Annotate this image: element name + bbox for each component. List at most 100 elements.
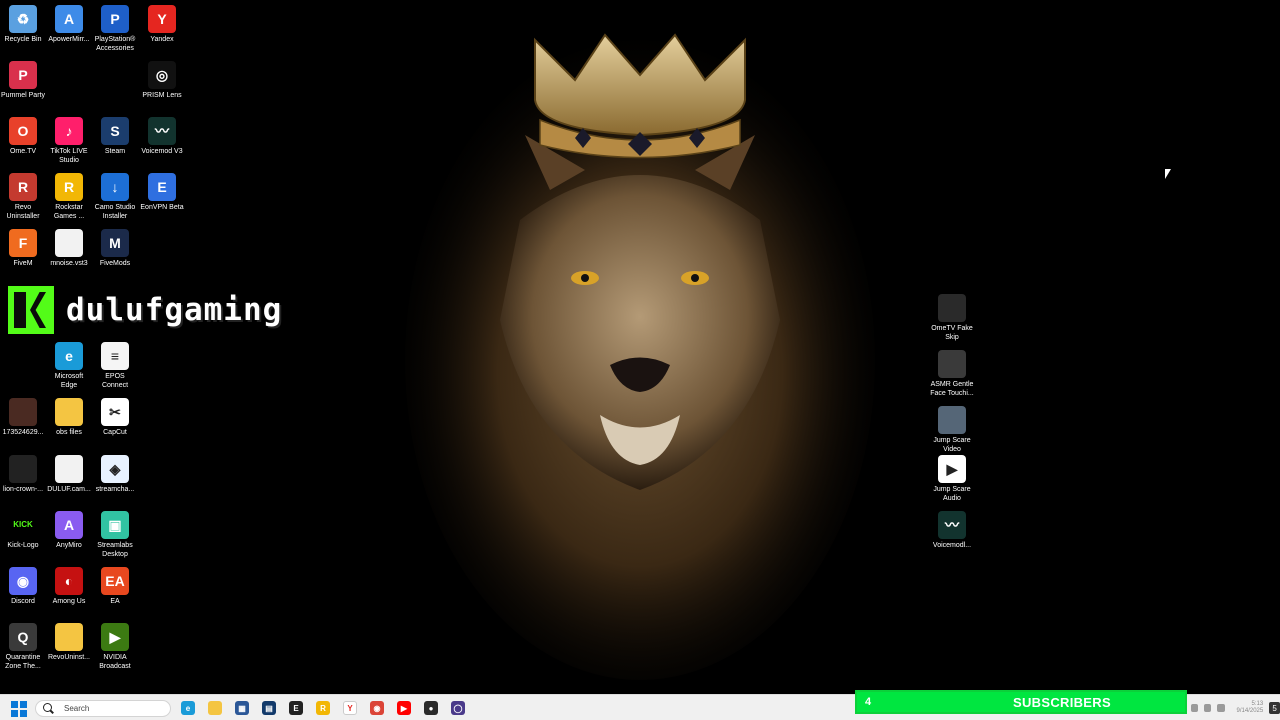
channel-name: dulufgaming	[66, 292, 283, 328]
desktop-icon-label: streamcha...	[95, 486, 135, 493]
taskbar-app[interactable]: ◯	[448, 699, 468, 717]
taskbar-app[interactable]: Y	[340, 699, 360, 717]
desktop-icon-label: EPOS Connect	[101, 373, 129, 389]
image-file-icon	[9, 398, 37, 426]
desktop-icon[interactable]: M FiveMods	[92, 229, 138, 268]
store-icon: ▦	[235, 701, 249, 715]
desktop-icon[interactable]: lion-crown-...	[0, 455, 46, 494]
desktop-icon-label: NVIDIA Broadcast	[99, 654, 131, 670]
notification-badge[interactable]: 5	[1269, 702, 1280, 714]
desktop-icon-label: lion-crown-...	[2, 486, 44, 493]
file-icon	[55, 455, 83, 483]
desktop-icon[interactable]: R Revo Uninstaller	[0, 173, 46, 221]
desktop-icon[interactable]: F FiveM	[0, 229, 46, 268]
start-button[interactable]	[11, 701, 27, 717]
taskbar-app[interactable]: ●	[421, 699, 441, 717]
desktop-icon[interactable]: ↓ Camo Studio Installer	[92, 173, 138, 221]
desktop-icon[interactable]: ASMR Gentle Face Touchi...	[929, 350, 975, 398]
desktop-icon-label: TikTok LIVE Studio	[50, 148, 88, 164]
fivemods-icon: M	[101, 229, 129, 257]
desktop-icon-label: obs files	[56, 429, 82, 436]
desktop-icon[interactable]: ◈ streamcha...	[92, 455, 138, 494]
desktop-icon[interactable]: 173524629...	[0, 398, 46, 437]
desktop-icon[interactable]: P PlayStation® Accessories	[92, 5, 138, 53]
epos-icon: ≡	[101, 342, 129, 370]
desktop-icon[interactable]: Y Yandex	[139, 5, 185, 44]
chrome-icon: ◉	[370, 701, 384, 715]
apowermirror-icon: A	[55, 5, 83, 33]
desktop-icon[interactable]: ♻ Recycle Bin	[0, 5, 46, 44]
desktop-icon[interactable]: ▣ Streamlabs Desktop	[92, 511, 138, 559]
desktop-icon[interactable]: ▶ Jump Scare Audio	[929, 455, 975, 503]
audio-file-icon: ▶	[938, 455, 966, 483]
desktop-icon[interactable]: E EonVPN Beta	[139, 173, 185, 212]
subscriber-banner: 4 SUBSCRIBERS	[855, 690, 1187, 714]
taskbar-app[interactable]: ◉	[367, 699, 387, 717]
taskbar-app[interactable]: ▤	[259, 699, 279, 717]
taskbar-app[interactable]	[205, 699, 225, 717]
desktop-icon[interactable]: e Microsoft Edge	[46, 342, 92, 390]
desktop-icon[interactable]: ♪ TikTok LIVE Studio	[46, 117, 92, 165]
anymiro-icon: A	[55, 511, 83, 539]
desktop-icon[interactable]: S Steam	[92, 117, 138, 156]
desktop-icon[interactable]: Jump Scare Video	[929, 406, 975, 454]
desktop-icon[interactable]: P Pummel Party	[0, 61, 46, 100]
discord-icon: ◉	[9, 567, 37, 595]
recycle-bin-icon: ♻	[9, 5, 37, 33]
desktop-icon[interactable]: R Rockstar Games ...	[46, 173, 92, 221]
taskbar-app[interactable]: ▶	[394, 699, 414, 717]
desktop-icon[interactable]: ▶ NVIDIA Broadcast	[92, 623, 138, 671]
desktop-icon[interactable]: A AnyMiro	[46, 511, 92, 550]
volume-icon[interactable]	[1204, 704, 1212, 712]
desktop-icon[interactable]: KICK Kick-Logo	[0, 511, 46, 550]
desktop-icon[interactable]: 〰 Voicemodl...	[929, 511, 975, 550]
desktop-icon[interactable]: A ApowerMirr...	[46, 5, 92, 44]
desktop-icon[interactable]: O Ome.TV	[0, 117, 46, 156]
desktop-icon[interactable]: ◐ Among Us	[46, 567, 92, 606]
taskbar-app[interactable]: ▦	[232, 699, 252, 717]
subscriber-label: SUBSCRIBERS	[1013, 694, 1111, 710]
desktop-icon-label: EA	[110, 598, 120, 605]
desktop-icon-label: Voicemodl...	[932, 542, 972, 549]
desktop-icon-label: Yandex	[150, 36, 174, 43]
obs-icon: ●	[424, 701, 438, 715]
desktop-icon[interactable]: Q Quarantine Zone The...	[0, 623, 46, 671]
desktop-icon-label: Microsoft Edge	[54, 373, 84, 389]
desktop-icon[interactable]: ◉ Discord	[0, 567, 46, 606]
taskbar-search[interactable]: Search	[35, 700, 171, 717]
taskbar-app[interactable]: R	[313, 699, 333, 717]
clock[interactable]: 5:13 9/14/2025	[1237, 701, 1264, 715]
prism-lens-icon: ◎	[148, 61, 176, 89]
desktop-icon-label: Discord	[11, 598, 35, 605]
kick-icon: KICK	[9, 511, 37, 539]
desktop-icon[interactable]: obs files	[46, 398, 92, 437]
file-explorer-icon	[208, 701, 222, 715]
desktop-icon-label: ASMR Gentle Face Touchi...	[930, 381, 974, 397]
desktop-icon[interactable]: DULUF.cam...	[46, 455, 92, 494]
edge-icon: e	[55, 342, 83, 370]
desktop-icon[interactable]: ◎ PRISM Lens	[139, 61, 185, 100]
desktop-icon-label: Kick-Logo	[7, 542, 39, 549]
quarantine-zone-icon: Q	[9, 623, 37, 651]
desktop-icon-label: Pummel Party	[1, 92, 45, 99]
clock-date: 9/14/2025	[1236, 708, 1264, 714]
desktop-icon-label: FiveM	[13, 260, 33, 267]
desktop-icon[interactable]: RevoUninst...	[46, 623, 92, 662]
desktop-icon-label: Recycle Bin	[4, 36, 42, 43]
desktop-icon[interactable]: ✂ CapCut	[92, 398, 138, 437]
folder-icon	[55, 623, 83, 651]
yandex-icon: Y	[148, 5, 176, 33]
taskbar-app[interactable]: E	[286, 699, 306, 717]
desktop-icon[interactable]: OmeTV Fake Skip	[929, 294, 975, 342]
desktop-icon[interactable]: 〰 Voicemod V3	[139, 117, 185, 156]
desktop-icon[interactable]: ≡ EPOS Connect	[92, 342, 138, 390]
image-file-icon	[9, 455, 37, 483]
taskbar-app[interactable]: e	[178, 699, 198, 717]
network-icon[interactable]	[1191, 704, 1199, 712]
desktop-icon[interactable]: mnoise.vst3	[46, 229, 92, 268]
app-circle-icon: ◯	[451, 701, 465, 715]
system-tray: 5:13 9/14/2025 5	[1187, 696, 1280, 720]
desktop-icon[interactable]: EA EA	[92, 567, 138, 606]
battery-icon[interactable]	[1217, 704, 1225, 712]
ea-icon: EA	[101, 567, 129, 595]
